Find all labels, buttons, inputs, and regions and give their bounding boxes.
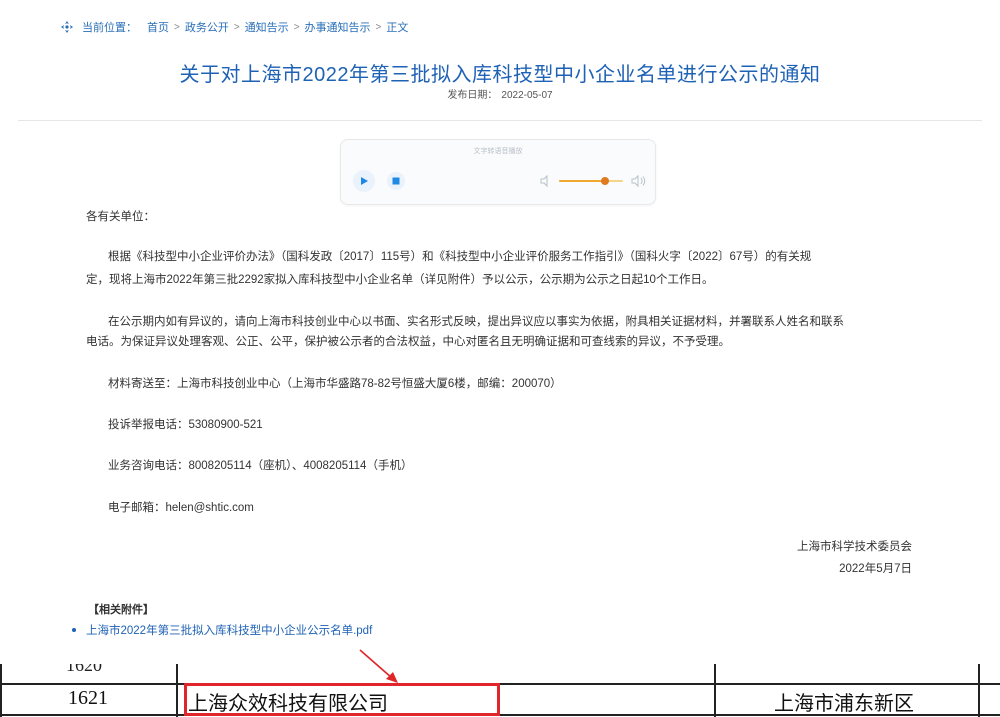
attachment-link[interactable]: 上海市2022年第三批拟入库科技型中小企业公示名单.pdf xyxy=(72,622,372,638)
play-button[interactable] xyxy=(353,170,375,192)
publish-date-label: 发布日期： xyxy=(447,90,498,101)
attachments-heading: 【相关附件】 xyxy=(88,604,154,616)
volume-slider-knob[interactable] xyxy=(601,177,610,185)
paragraph-2-line-2: 电话。为保证异议处理客观、公正、公平，保护被公示者的合法权益，中心对匿名且无明确… xyxy=(86,336,730,348)
table-border-left xyxy=(0,664,2,717)
location-icon xyxy=(60,20,74,34)
volume-low-icon[interactable] xyxy=(539,174,553,188)
table-column-divider xyxy=(176,664,178,717)
breadcrumb: 当前位置： 首页 > 政务公开 > 通知告示 > 办事通知告示 > 正文 xyxy=(60,18,408,36)
table-rule-top xyxy=(0,683,1000,685)
divider xyxy=(18,120,982,121)
previous-row-fragment: 1620 xyxy=(0,664,1000,682)
breadcrumb-prefix: 当前位置： xyxy=(82,22,137,34)
paragraph-1-line-2: 定，现将上海市2022年第三批2292家拟入库科技型中小企业名单（详见附件）予以… xyxy=(86,274,714,286)
breadcrumb-gov-affairs-link[interactable]: 政务公开 xyxy=(185,19,229,35)
breadcrumb-service-notices-link[interactable]: 办事通知告示 xyxy=(305,19,371,35)
publish-date-value: 2022-05-07 xyxy=(501,90,553,101)
complaint-phone: 投诉举报电话：53080900-521 xyxy=(108,419,263,431)
table-column-divider xyxy=(714,664,716,717)
table-border-right xyxy=(978,664,980,717)
breadcrumb-current[interactable]: 正文 xyxy=(386,19,408,35)
bullet xyxy=(72,628,76,632)
consult-phone: 业务咨询电话：8008205114（座机）、4008205114（手机） xyxy=(108,460,413,472)
breadcrumb-separator: > xyxy=(293,21,300,33)
mailing-address: 材料寄送至：上海市科技创业中心（上海市华盛路78-82号恒盛大厦6楼，邮编：20… xyxy=(108,378,562,390)
page-title: 关于对上海市2022年第三批拟入库科技型中小企业名单进行公示的通知 xyxy=(179,64,821,86)
breadcrumb-separator: > xyxy=(233,21,240,33)
attachment-link-label: 上海市2022年第三批拟入库科技型中小企业公示名单.pdf xyxy=(86,625,373,637)
audio-player: 文字转语音播放 xyxy=(340,139,656,205)
breadcrumb-notices-link[interactable]: 通知告示 xyxy=(245,19,289,35)
paragraph-1-line-1: 根据《科技型中小企业评价办法》（国科发政〔2017〕115号）和《科技型中小企业… xyxy=(108,251,812,263)
paragraph-2-line-1: 在公示期内如有异议的，请向上海市科技创业中心以书面、实名形式反映，提出异议应以事… xyxy=(108,316,844,328)
breadcrumb-separator: > xyxy=(174,21,180,33)
previous-row-number: 1620 xyxy=(66,664,102,675)
row-number: 1621 xyxy=(68,687,108,709)
pdf-table-excerpt: 1620 1621 上海众效科技有限公司 上海市浦东新区 xyxy=(0,664,1000,717)
stop-button[interactable] xyxy=(387,172,405,190)
volume-slider[interactable] xyxy=(559,177,623,185)
company-district: 上海市浦东新区 xyxy=(774,693,914,715)
breadcrumb-home-link[interactable]: 首页 xyxy=(147,19,169,35)
greeting: 各有关单位： xyxy=(86,211,155,223)
page: 当前位置： 首页 > 政务公开 > 通知告示 > 办事通知告示 > 正文 关于对… xyxy=(0,0,1000,717)
signature-org: 上海市科学技术委员会 xyxy=(797,541,912,553)
volume-slider-fill xyxy=(559,180,606,182)
signature-date: 2022年5月7日 xyxy=(839,563,912,575)
player-hint: 文字转语音播放 xyxy=(473,148,523,155)
volume-high-icon[interactable] xyxy=(631,174,647,188)
play-icon xyxy=(361,177,368,185)
contact-email: 电子邮箱：helen@shtic.com xyxy=(108,502,254,514)
stop-icon xyxy=(392,177,400,185)
breadcrumb-separator: > xyxy=(375,21,382,33)
publish-date: 发布日期： 2022-05-07 xyxy=(0,86,1000,101)
highlight-box xyxy=(184,683,500,716)
